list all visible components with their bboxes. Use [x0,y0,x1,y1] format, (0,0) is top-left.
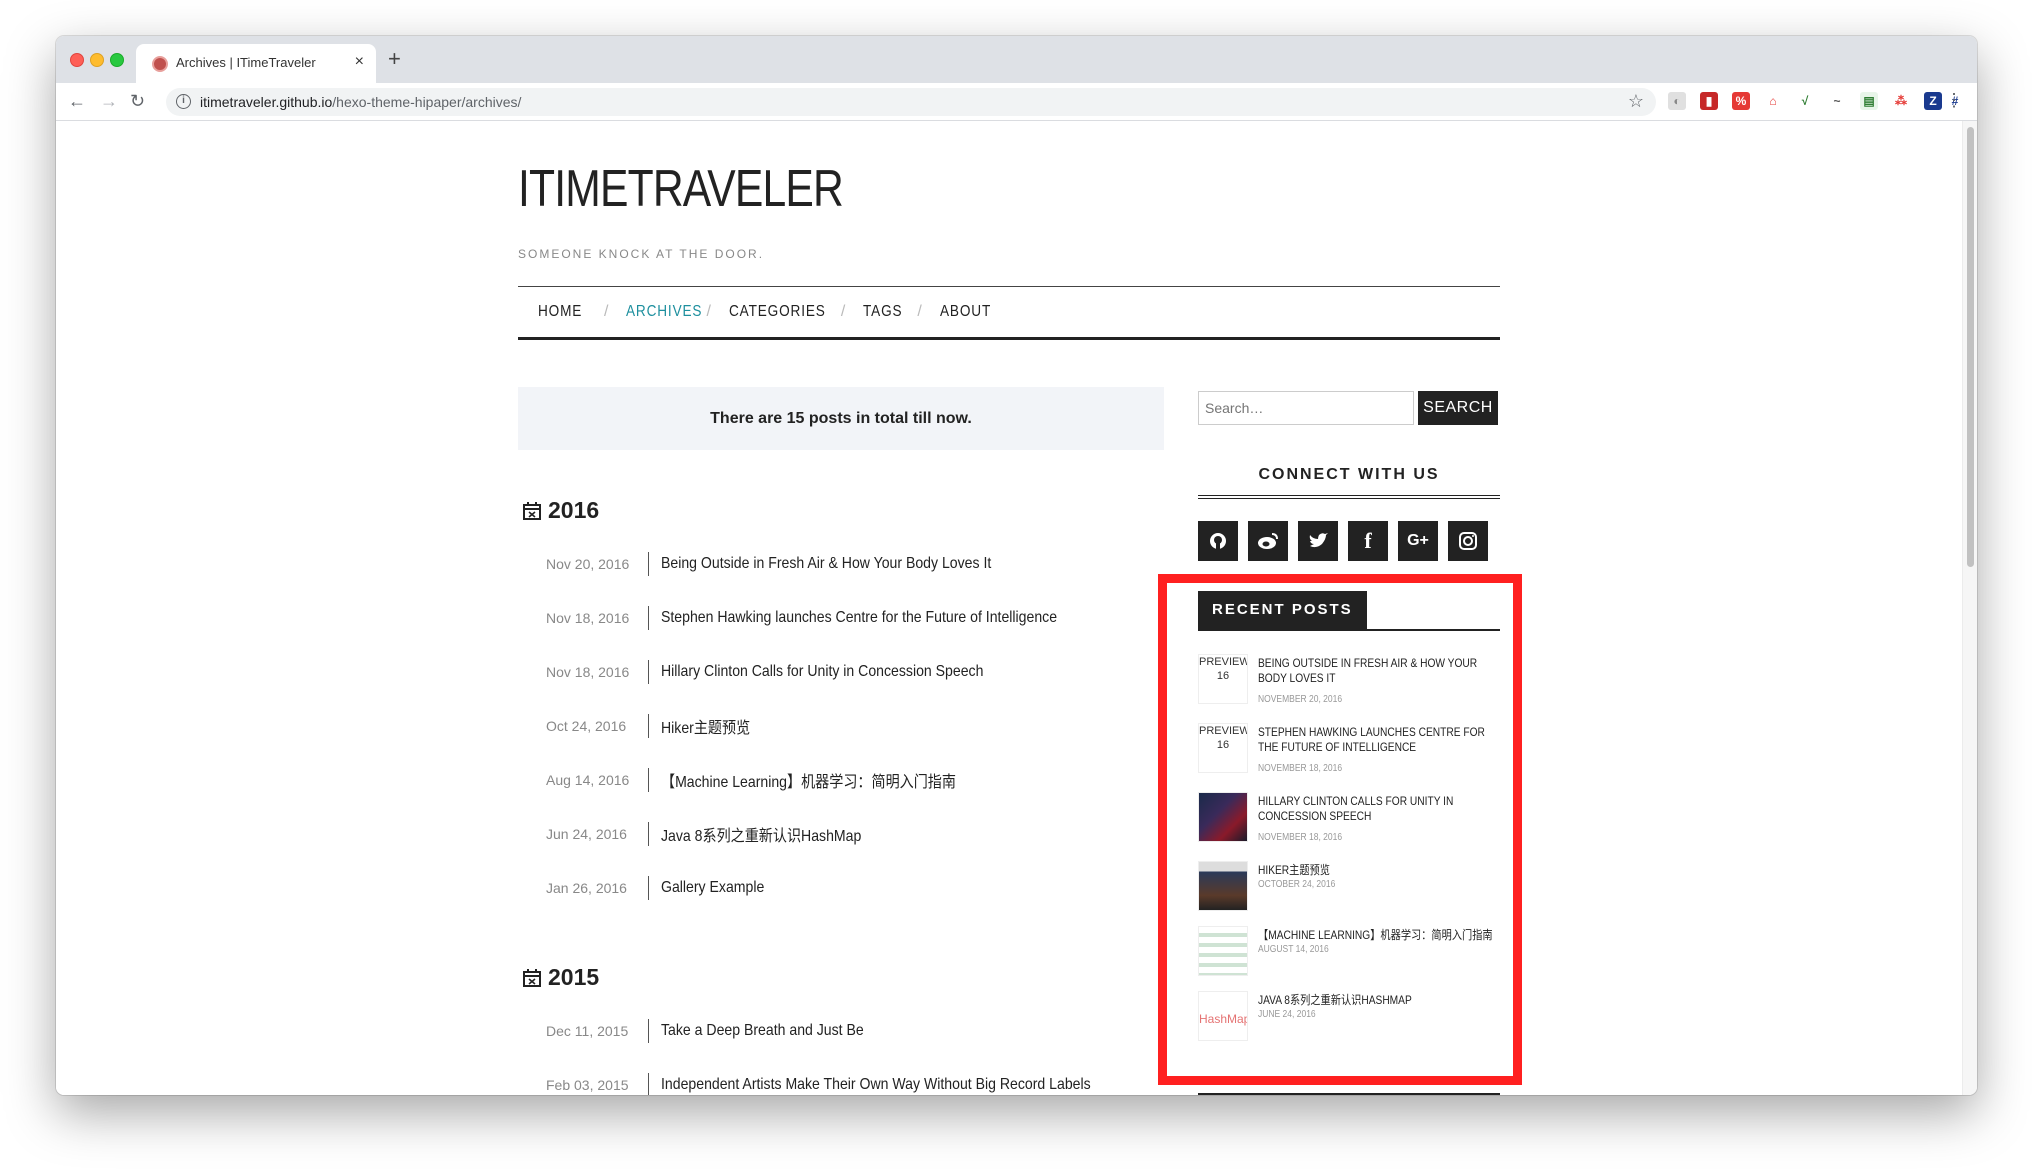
post-date: Nov 20, 2016 [546,556,630,572]
favicon-icon [152,56,168,72]
extension-icon[interactable]: ▤ [1860,92,1878,110]
bookmark-star-icon[interactable]: ☆ [1628,91,1644,112]
nav-home[interactable]: HOME [538,303,591,321]
year-label: 2016 [548,497,600,523]
connect-title: CONNECT WITH US [1258,466,1440,483]
post-link[interactable]: Hillary Clinton Calls for Unity in Conce… [661,663,983,681]
extension-icon[interactable]: √ [1796,92,1814,110]
post-date: Jan 26, 2016 [546,880,627,896]
archive-post-row[interactable]: Jan 26, 2016 Gallery Example [546,876,778,900]
extension-icon[interactable]: ◐ [1668,92,1686,110]
post-link[interactable]: Stephen Hawking launches Centre for the … [661,609,1057,627]
post-date: Feb 03, 2015 [546,1077,629,1093]
twitter-icon[interactable] [1298,521,1338,561]
post-count-banner: There are 15 posts in total till now. [518,387,1164,450]
browser-menu-icon[interactable]: ⋮ [1945,91,1963,109]
nav-items: HOME / ARCHIVES / CATEGORIES / TAGS / AB… [538,303,991,321]
instagram-icon[interactable] [1448,521,1488,561]
scrollbar-thumb[interactable] [1967,127,1974,567]
google-plus-icon[interactable]: G+ [1398,521,1438,561]
post-date: Aug 14, 2016 [546,772,630,788]
archive-year-2016: 2016 [522,497,599,524]
post-link[interactable]: Gallery Example [661,879,764,897]
calendar-icon [523,501,541,520]
forward-icon[interactable]: → [100,91,118,112]
search-button[interactable]: SEARCH [1418,391,1498,425]
site-title[interactable]: ITIMETRAVELER [518,159,844,219]
back-icon[interactable]: ← [68,91,86,112]
archive-post-row[interactable]: Oct 24, 2016 Hiker主题预览 [546,714,762,738]
post-link[interactable]: 【Machine Learning】机器学习：简明入门指南 [661,768,956,792]
reload-icon[interactable]: ↻ [130,91,145,112]
extension-icon[interactable]: ⁂ [1892,92,1910,110]
url-path: /hexo-theme-hipaper/archives/ [332,94,522,110]
url-domain: itimetraveler.github.io [200,94,333,110]
extension-icon[interactable]: ~ [1828,92,1846,110]
site-subtitle: SOMEONE KNOCK AT THE DOOR. [518,247,765,261]
maximize-window-button[interactable] [110,53,124,67]
post-link[interactable]: Java 8系列之重新认识HashMap [661,822,861,846]
tab-strip: Archives | ITimeTraveler × + [56,36,1977,83]
calendar-icon [523,968,541,987]
nav-archives[interactable]: ARCHIVES [626,303,701,321]
post-date: Nov 18, 2016 [546,664,630,680]
archive-post-row[interactable]: Nov 20, 2016 Being Outside in Fresh Air … [546,552,1036,576]
browser-toolbar: ← → ↻ i itimetraveler.github.io/hexo-the… [56,83,1977,121]
browser-tab[interactable]: Archives | ITimeTraveler × [136,44,376,83]
annotation-highlight-box [1158,574,1522,1085]
tab-close-icon[interactable]: × [355,53,364,71]
extension-icon[interactable]: % [1732,92,1750,110]
weibo-icon[interactable] [1248,521,1288,561]
main-nav: HOME / ARCHIVES / CATEGORIES / TAGS / AB… [518,286,1500,340]
extension-icon[interactable]: ⌂ [1764,92,1782,110]
web-page: ITIMETRAVELER SOMEONE KNOCK AT THE DOOR.… [56,121,1962,1095]
archive-year-2015: 2015 [522,964,599,991]
facebook-icon[interactable]: f [1348,521,1388,561]
extension-icon[interactable]: Z [1924,92,1942,110]
post-date: Oct 24, 2016 [546,718,627,734]
archive-post-row[interactable]: Jun 24, 2016 Java 8系列之重新认识HashMap [546,822,889,846]
post-date: Nov 18, 2016 [546,610,630,626]
url-text[interactable]: itimetraveler.github.io/hexo-theme-hipap… [200,94,521,110]
close-window-button[interactable] [70,53,84,67]
browser-window: Archives | ITimeTraveler × + ← → ↻ i iti… [56,36,1977,1095]
address-bar[interactable]: i itimetraveler.github.io/hexo-theme-hip… [166,88,1656,116]
post-link[interactable]: Take a Deep Breath and Just Be [661,1022,864,1040]
nav-categories[interactable]: CATEGORIES [729,303,825,321]
post-link[interactable]: Independent Artists Make Their Own Way W… [661,1076,1091,1094]
post-date: Jun 24, 2016 [546,826,627,842]
archive-post-row[interactable]: Feb 03, 2015 Independent Artists Make Th… [546,1073,1149,1095]
minimize-window-button[interactable] [90,53,104,67]
new-tab-button[interactable]: + [388,46,401,72]
archive-post-row[interactable]: Nov 18, 2016 Hillary Clinton Calls for U… [546,660,1027,684]
extension-icon[interactable]: ▮ [1700,92,1718,110]
search-input[interactable] [1198,391,1414,425]
archive-post-row[interactable]: Aug 14, 2016 【Machine Learning】机器学习：简明入门… [546,768,996,792]
archive-post-row[interactable]: Nov 18, 2016 Stephen Hawking launches Ce… [546,606,1111,630]
nav-tags[interactable]: TAGS [863,303,906,321]
github-icon[interactable] [1198,521,1238,561]
post-link[interactable]: Being Outside in Fresh Air & How Your Bo… [661,555,991,573]
post-date: Dec 11, 2015 [546,1023,629,1039]
post-link[interactable]: Hiker主题预览 [661,714,750,738]
nav-about[interactable]: ABOUT [940,303,991,321]
info-icon[interactable]: i [176,94,191,109]
tab-title: Archives | ITimeTraveler [176,55,316,70]
archive-post-row[interactable]: Dec 11, 2015 Take a Deep Breath and Just… [546,1019,891,1043]
scrollbar[interactable] [1962,121,1977,1095]
year-label: 2015 [548,964,600,990]
